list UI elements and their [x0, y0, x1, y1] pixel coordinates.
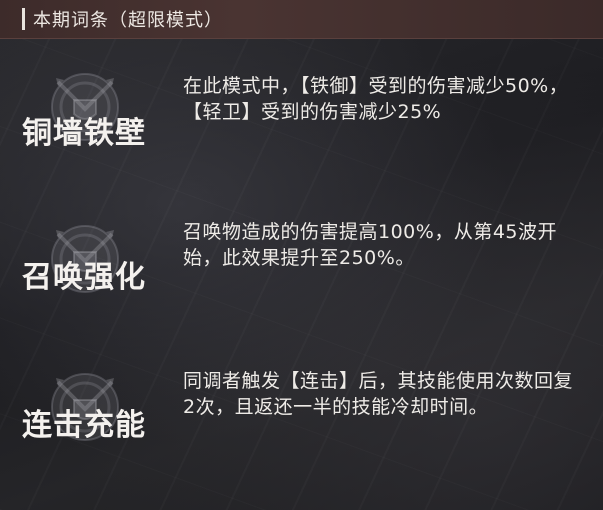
header-accent-bar	[22, 8, 25, 30]
modifier-name: 连击充能	[22, 408, 146, 443]
modifier-description: 召唤物造成的伤害提高100%，从第45波开始，此效果提升至250%。	[183, 221, 557, 269]
section-header: 本期词条（超限模式）	[0, 0, 603, 39]
modifier-description: 在此模式中，【铁御】受到的伤害减少50%，【轻卫】受到的伤害减少25%	[183, 75, 569, 123]
modifier-name: 召唤强化	[22, 260, 146, 295]
modifier-name: 铜墙铁壁	[22, 116, 146, 151]
header-title: 本期词条（超限模式）	[33, 10, 223, 31]
modifier-description: 同调者触发【连击】后，其技能使用次数回复2次，且返还一半的技能冷却时间。	[183, 370, 574, 418]
